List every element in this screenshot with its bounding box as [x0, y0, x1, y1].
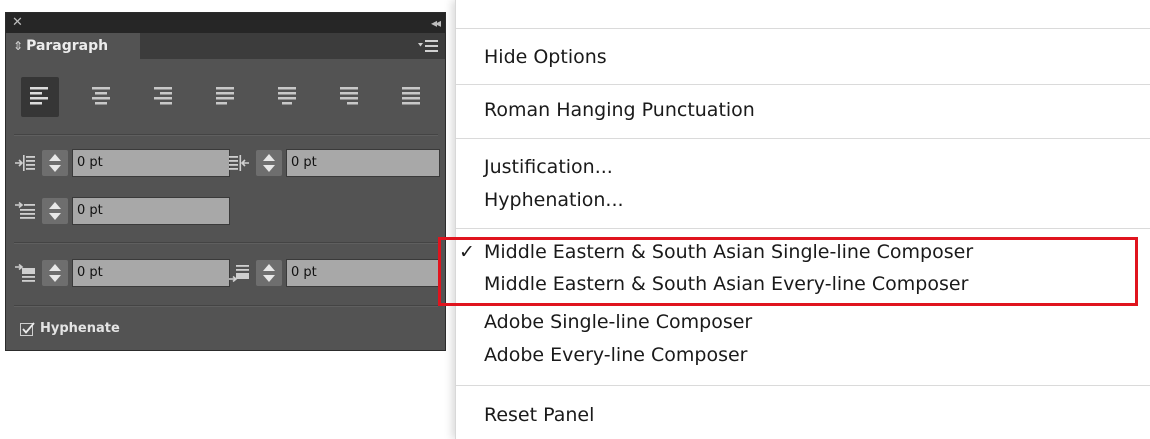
panel-tabbar: ⇕ Paragraph [6, 33, 445, 59]
align-center-button[interactable] [83, 77, 121, 117]
space-before-icon [15, 263, 35, 282]
menu-item-adobe-single-line-composer[interactable]: Adobe Single-line Composer [484, 308, 752, 336]
space-after-field[interactable]: 0 pt [286, 259, 440, 287]
space-after-stepper[interactable] [256, 260, 282, 286]
justify-last-center-button[interactable] [269, 77, 307, 117]
first-line-indent-field[interactable]: 0 pt [72, 197, 230, 225]
align-left-icon [30, 87, 48, 105]
justify-all-button[interactable] [393, 77, 431, 117]
align-right-button[interactable] [145, 77, 183, 117]
align-right-icon [154, 87, 172, 105]
tab-paragraph[interactable]: ⇕ Paragraph [6, 33, 140, 59]
tab-options-toggle-icon[interactable]: ⇕ [13, 39, 23, 53]
menu-item-justification[interactable]: Justification... [484, 153, 613, 181]
justify-left-icon [216, 87, 234, 105]
menu-separator [456, 228, 1150, 229]
justify-center-icon [278, 87, 296, 105]
right-indent-icon [229, 155, 249, 171]
menu-item-me-single-line-composer[interactable]: Middle Eastern & South Asian Single-line… [484, 238, 973, 266]
panel-divider [14, 242, 438, 244]
menu-separator [456, 84, 1150, 85]
first-line-indent-group: 0 pt [14, 196, 230, 226]
menu-item-hyphenation[interactable]: Hyphenation... [484, 186, 624, 214]
left-indent-icon [15, 155, 35, 171]
justify-last-right-button[interactable] [331, 77, 369, 117]
tab-paragraph-label: Paragraph [26, 38, 109, 54]
justify-last-left-button[interactable] [207, 77, 245, 117]
space-before-stepper[interactable] [42, 260, 68, 286]
space-before-group: 0 pt [14, 258, 230, 288]
space-after-group: 0 pt [228, 258, 440, 288]
space-before-field[interactable]: 0 pt [72, 259, 230, 287]
right-indent-stepper[interactable] [256, 150, 282, 176]
panel-divider [14, 134, 438, 136]
paragraph-panel: ✕ ◂◂ ⇕ Paragraph 0 pt 0 pt 0 pt 0 pt 0 p… [5, 12, 446, 351]
screenshot-stage: ✕ ◂◂ ⇕ Paragraph 0 pt 0 pt 0 pt 0 pt 0 p… [0, 0, 1150, 439]
menu-item-hide-options[interactable]: Hide Options [484, 43, 607, 71]
panel-divider [14, 305, 438, 307]
alignment-button-row [21, 77, 441, 117]
menu-item-me-every-line-composer[interactable]: Middle Eastern & South Asian Every-line … [484, 270, 968, 298]
left-indent-field[interactable]: 0 pt [72, 149, 230, 177]
justify-right-icon [340, 87, 358, 105]
first-line-indent-stepper[interactable] [42, 198, 68, 224]
right-indent-field[interactable]: 0 pt [286, 149, 440, 177]
left-indent-group: 0 pt [14, 148, 230, 178]
checkbox-checked-icon [20, 322, 35, 336]
space-after-icon [229, 265, 249, 283]
hyphenate-label: Hyphenate [40, 321, 120, 336]
panel-menu-icon[interactable] [417, 37, 439, 55]
panel-flyout-menu: Hide Options Roman Hanging Punctuation J… [455, 0, 1150, 439]
checkmark-icon: ✓ [459, 241, 475, 263]
align-center-icon [92, 87, 110, 105]
menu-separator [456, 28, 1150, 29]
menu-separator [456, 385, 1150, 386]
first-line-indent-icon [15, 201, 35, 219]
menu-separator [456, 138, 1150, 139]
menu-item-reset-panel[interactable]: Reset Panel [484, 401, 594, 429]
right-indent-group: 0 pt [228, 148, 440, 178]
close-icon[interactable]: ✕ [12, 14, 23, 32]
menu-item-adobe-every-line-composer[interactable]: Adobe Every-line Composer [484, 341, 747, 369]
panel-titlebar: ✕ ◂◂ [6, 13, 445, 33]
collapse-panel-icon[interactable]: ◂◂ [431, 14, 441, 32]
left-indent-stepper[interactable] [42, 150, 68, 176]
menu-item-roman-hanging-punctuation[interactable]: Roman Hanging Punctuation [484, 96, 755, 124]
align-left-button[interactable] [21, 77, 59, 117]
justify-all-icon [402, 87, 420, 105]
